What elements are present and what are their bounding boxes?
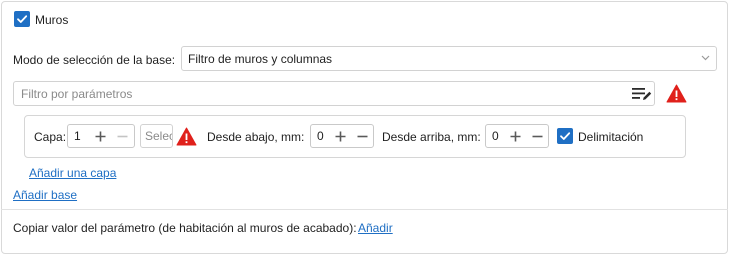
base-mode-value: Filtro de muros y columnas xyxy=(188,52,333,66)
capa-stepper[interactable]: 1 xyxy=(67,124,135,148)
minus-icon xyxy=(117,135,127,137)
increment-button[interactable] xyxy=(507,128,523,144)
plus-icon xyxy=(335,131,345,141)
decrement-button[interactable] xyxy=(114,128,130,144)
add-param-link[interactable]: Añadir xyxy=(358,220,393,236)
plus-icon xyxy=(510,131,520,141)
checkmark-icon xyxy=(560,132,571,140)
copy-param-label: Copiar valor del parámetro (de habitació… xyxy=(13,221,357,235)
delimitacion-checkbox[interactable] xyxy=(557,128,573,144)
increment-button[interactable] xyxy=(332,128,348,144)
plus-icon xyxy=(95,131,105,141)
desde-abajo-stepper[interactable]: 0 xyxy=(310,124,374,148)
decrement-button[interactable] xyxy=(529,128,545,144)
param-filter-placeholder: Filtro por parámetros xyxy=(21,87,133,101)
warning-icon xyxy=(176,127,197,146)
desde-abajo-label: Desde abajo, mm: xyxy=(207,130,305,144)
base-mode-label: Modo de selección de la base: xyxy=(13,53,176,67)
edit-list-icon[interactable] xyxy=(631,86,653,102)
capa-label: Capa: xyxy=(34,130,67,144)
checkmark-icon xyxy=(17,15,28,23)
add-layer-link[interactable]: Añadir una capa xyxy=(29,165,116,181)
minus-icon xyxy=(532,135,542,137)
increment-button[interactable] xyxy=(92,128,108,144)
desde-arriba-stepper[interactable]: 0 xyxy=(485,124,549,148)
delimitacion-label: Delimitación xyxy=(578,130,644,144)
desde-abajo-value: 0 xyxy=(317,129,324,143)
warning-icon xyxy=(666,84,687,103)
desde-arriba-label: Desde arriba, mm: xyxy=(382,130,481,144)
muros-label: Muros xyxy=(35,13,69,27)
layer-select-placeholder: Selec xyxy=(145,129,173,143)
add-base-link[interactable]: Añadir base xyxy=(13,187,77,203)
minus-icon xyxy=(357,135,367,137)
layer-select[interactable]: Selec xyxy=(140,124,173,148)
section-divider xyxy=(1,209,728,210)
capa-value: 1 xyxy=(74,129,81,143)
decrement-button[interactable] xyxy=(354,128,370,144)
base-mode-select[interactable]: Filtro de muros y columnas xyxy=(181,46,717,71)
param-filter-input[interactable]: Filtro por parámetros xyxy=(13,81,655,106)
muros-checkbox[interactable] xyxy=(14,11,30,27)
chevron-down-icon xyxy=(701,55,710,61)
desde-arriba-value: 0 xyxy=(492,129,499,143)
